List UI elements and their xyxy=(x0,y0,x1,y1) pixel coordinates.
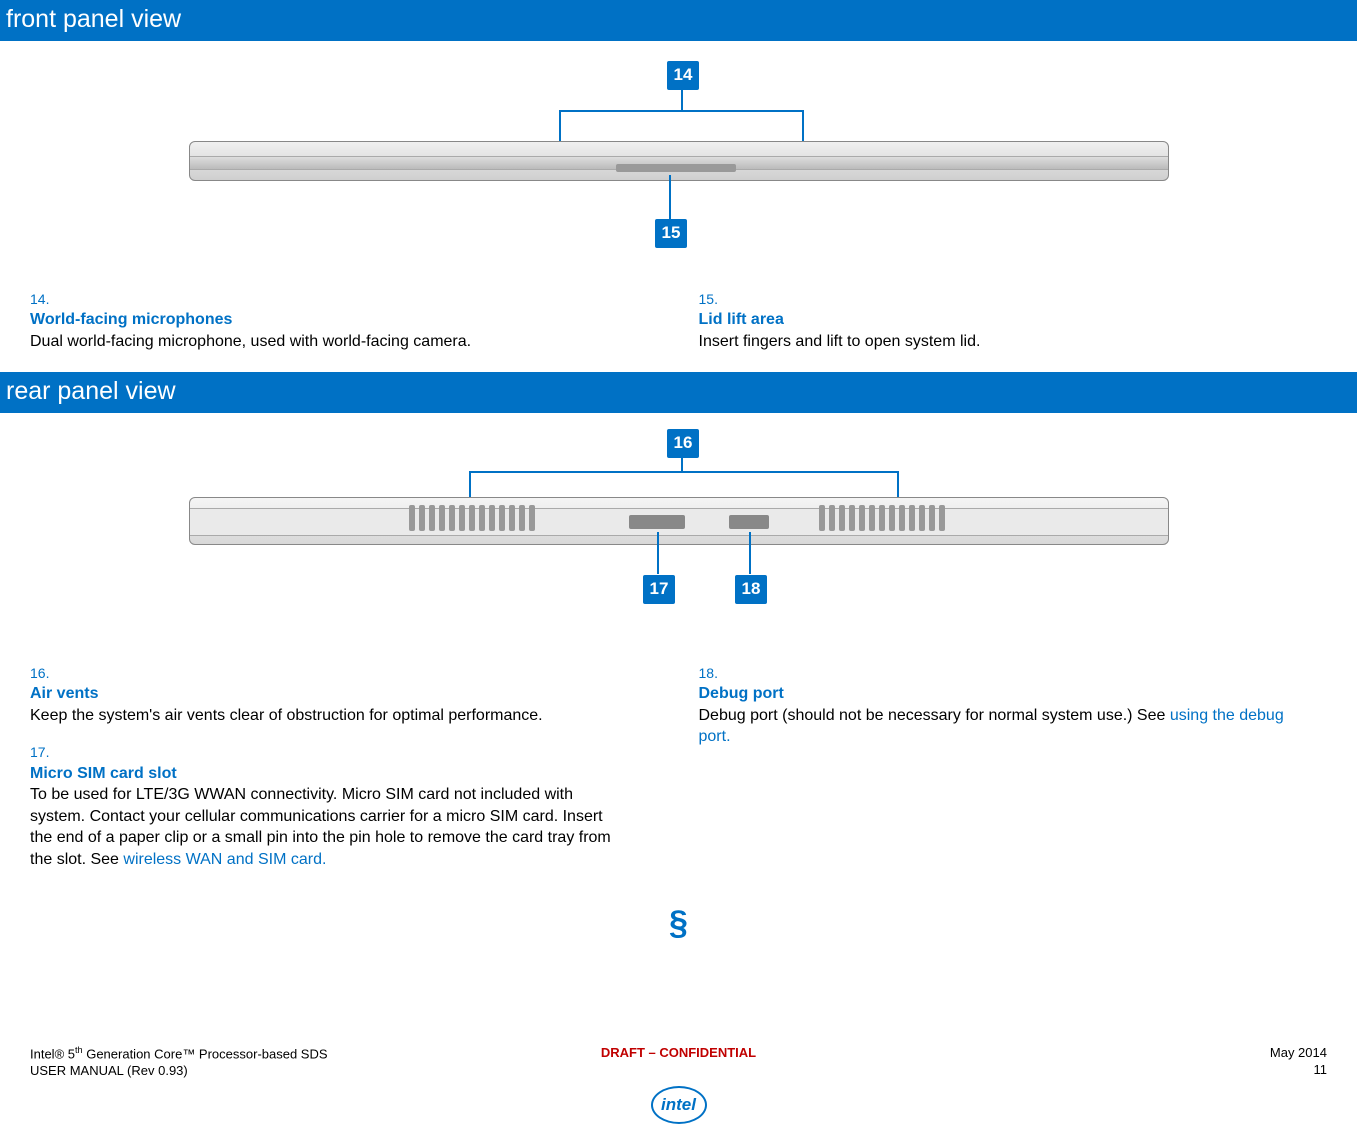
item-17-title: Micro SIM card slot xyxy=(30,765,177,782)
laptop-front-edge xyxy=(189,141,1169,181)
section-title-rear: rear panel view xyxy=(0,372,1357,413)
rear-panel-diagram: 16 17 18 xyxy=(189,427,1169,627)
callout-16: 16 xyxy=(667,429,700,458)
callout-14: 14 xyxy=(667,61,700,90)
link-wwan-sim[interactable]: wireless WAN and SIM card. xyxy=(123,851,326,868)
item-17-desc: To be used for LTE/3G WWAN connectivity.… xyxy=(30,786,611,868)
item-17-num: 17. xyxy=(30,742,56,762)
item-14-title: World-facing microphones xyxy=(30,311,232,328)
footer-right: May 2014 11 xyxy=(895,1044,1327,1080)
item-14-num: 14. xyxy=(30,289,56,309)
item-16: 16. Air vents Keep the system's air vent… xyxy=(30,663,659,726)
page-footer: Intel® 5th Generation Core™ Processor-ba… xyxy=(0,1044,1357,1124)
section-title-front: front panel view xyxy=(0,0,1357,41)
front-diagram-wrap: 14 15 xyxy=(0,41,1357,273)
rear-diagram-wrap: 16 17 18 xyxy=(0,413,1357,635)
item-16-num: 16. xyxy=(30,663,56,683)
item-18-desc: Debug port (should not be necessary for … xyxy=(699,707,1284,746)
intel-logo: intel xyxy=(0,1086,1357,1124)
item-18-num: 18. xyxy=(699,663,725,683)
item-15-desc: Insert fingers and lift to open system l… xyxy=(699,333,981,350)
front-descriptions: 14. World-facing microphones Dual world-… xyxy=(0,273,1357,372)
item-14: 14. World-facing microphones Dual world-… xyxy=(30,289,659,352)
callout-17: 17 xyxy=(643,575,676,604)
intel-logo-icon: intel xyxy=(651,1086,707,1124)
air-vents-right xyxy=(819,505,945,531)
footer-left: Intel® 5th Generation Core™ Processor-ba… xyxy=(30,1044,462,1080)
section-end-glyph: § xyxy=(0,891,1357,955)
item-17: 17. Micro SIM card slot To be used for L… xyxy=(30,742,659,870)
callout-15: 15 xyxy=(655,219,688,248)
item-18: 18. Debug port Debug port (should not be… xyxy=(699,663,1328,748)
debug-port-slot xyxy=(729,515,769,529)
item-15-title: Lid lift area xyxy=(699,311,784,328)
item-14-desc: Dual world-facing microphone, used with … xyxy=(30,333,471,350)
lid-lift-notch xyxy=(616,164,736,172)
item-16-desc: Keep the system's air vents clear of obs… xyxy=(30,707,543,724)
item-15-num: 15. xyxy=(699,289,725,309)
rear-descriptions: 16. Air vents Keep the system's air vent… xyxy=(0,635,1357,891)
item-16-title: Air vents xyxy=(30,685,98,702)
item-18-title: Debug port xyxy=(699,685,784,702)
callout-18: 18 xyxy=(735,575,768,604)
front-panel-diagram: 14 15 xyxy=(189,55,1169,265)
air-vents-left xyxy=(409,505,535,531)
footer-draft-confidential: DRAFT – CONFIDENTIAL xyxy=(462,1044,894,1080)
item-15: 15. Lid lift area Insert fingers and lif… xyxy=(699,289,1328,352)
micro-sim-slot xyxy=(629,515,685,529)
